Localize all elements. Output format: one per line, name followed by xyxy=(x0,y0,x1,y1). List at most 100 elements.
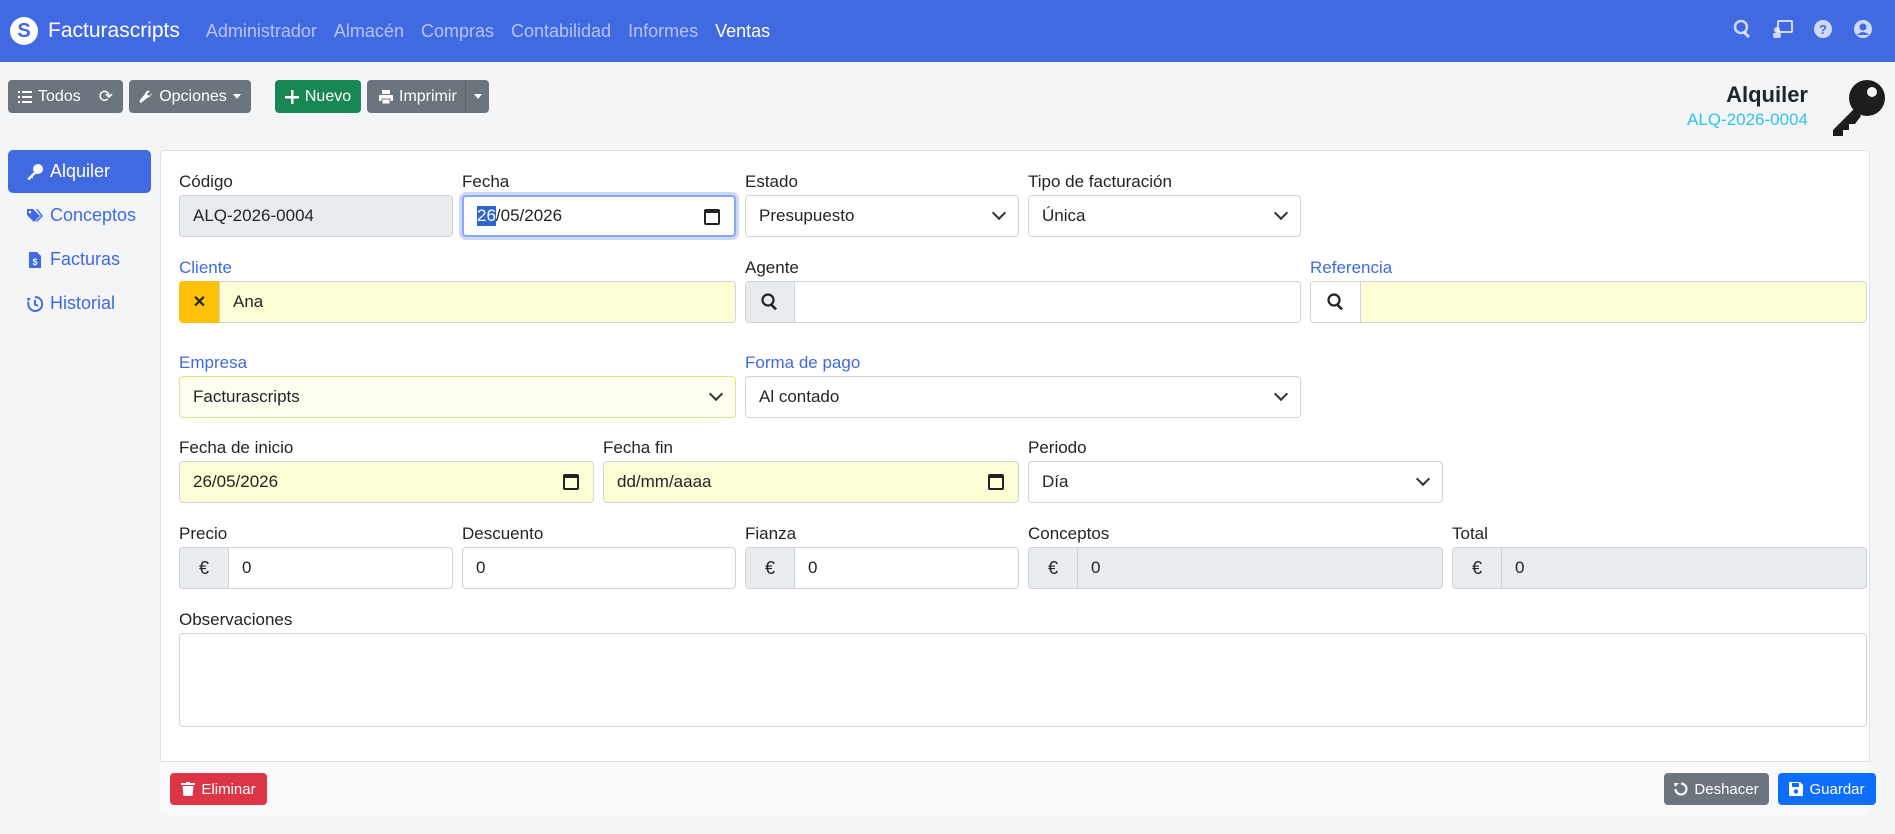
chevron-down-icon xyxy=(1415,471,1431,487)
nav-link-ventas[interactable]: Ventas xyxy=(715,21,770,42)
nav-menu: Administrador Almacén Compras Contabilid… xyxy=(206,21,787,42)
fecha-date-input[interactable]: 26/05/2026 xyxy=(462,195,736,237)
euro-symbol: € xyxy=(198,557,209,578)
nav-link-almacen[interactable]: Almacén xyxy=(334,21,404,42)
euro-symbol: € xyxy=(1047,557,1058,578)
invoice-icon: $ xyxy=(29,251,41,268)
top-navbar: S Facturascripts Administrador Almacén C… xyxy=(0,0,1895,62)
calendar-icon[interactable] xyxy=(988,474,1004,490)
form-footer xyxy=(160,761,1870,815)
descuento-value: 0 xyxy=(476,558,486,577)
brand-name: Facturascripts xyxy=(48,19,180,42)
referencia-search-button[interactable] xyxy=(1310,281,1361,323)
sidebar-item-alquiler[interactable]: Alquiler xyxy=(8,150,151,193)
chalkboard-user-icon[interactable] xyxy=(1773,19,1793,39)
sidebar-item-facturas[interactable]: $ Facturas xyxy=(8,238,151,281)
wrench-icon xyxy=(139,90,153,103)
list-icon xyxy=(18,90,33,103)
caret-down-icon xyxy=(473,94,482,99)
calendar-icon[interactable] xyxy=(704,209,720,225)
sidebar-item-historial[interactable]: Historial xyxy=(8,282,151,325)
fecha-fin-date-input[interactable]: dd/mm/aaaa xyxy=(603,461,1019,503)
key-icon xyxy=(27,163,43,180)
euro-icon: € xyxy=(745,547,795,589)
cliente-value: Ana xyxy=(233,292,264,311)
forma-pago-label[interactable]: Forma de pago xyxy=(745,353,860,373)
forma-pago-value: Al contado xyxy=(759,387,840,406)
opciones-label: Opciones xyxy=(159,87,227,105)
precio-value: 0 xyxy=(242,558,252,577)
forma-pago-select[interactable]: Al contado xyxy=(745,376,1301,418)
precio-input[interactable]: 0 xyxy=(228,547,453,589)
fecha-inicio-value: 26/05/2026 xyxy=(193,472,279,491)
undo-button[interactable]: Deshacer xyxy=(1664,773,1769,805)
precio-label: Precio xyxy=(179,524,228,543)
cliente-label[interactable]: Cliente xyxy=(179,258,232,278)
periodo-value: Día xyxy=(1042,472,1069,491)
fianza-input[interactable]: 0 xyxy=(794,547,1019,589)
nav-link-contabilidad[interactable]: Contabilidad xyxy=(511,21,611,42)
descuento-input[interactable]: 0 xyxy=(462,547,736,589)
empresa-value: Facturascripts xyxy=(193,387,300,406)
trash-icon xyxy=(181,782,196,796)
referencia-input[interactable] xyxy=(1360,281,1867,323)
clear-cliente-button[interactable]: ✕ xyxy=(179,281,220,323)
empresa-select[interactable]: Facturascripts xyxy=(179,376,736,418)
referencia-label[interactable]: Referencia xyxy=(1310,258,1392,278)
calendar-icon[interactable] xyxy=(563,474,579,490)
sidebar-item-label: Alquiler xyxy=(50,161,111,181)
todos-label: Todos xyxy=(38,87,81,105)
fecha-inicio-date-input[interactable]: 26/05/2026 xyxy=(179,461,594,503)
agente-input[interactable] xyxy=(794,281,1301,323)
save-icon xyxy=(1789,782,1804,796)
list-all-button[interactable]: Todos ⟳ xyxy=(8,80,123,113)
cliente-input[interactable]: Ana xyxy=(219,281,736,323)
nav-link-informes[interactable]: Informes xyxy=(628,21,698,42)
undo-icon xyxy=(1674,782,1688,796)
estado-select[interactable]: Presupuesto xyxy=(745,195,1019,237)
brand[interactable]: S Facturascripts xyxy=(10,17,180,45)
history-icon xyxy=(27,295,43,312)
tags-icon xyxy=(27,208,43,222)
imprimir-label: Imprimir xyxy=(399,87,457,105)
total-field: 0 xyxy=(1501,547,1867,589)
sidebar-item-label: Facturas xyxy=(50,249,121,269)
sidebar-item-label: Conceptos xyxy=(50,205,137,225)
sidebar-item-label: Historial xyxy=(50,293,116,313)
euro-icon: € xyxy=(1452,547,1502,589)
periodo-select[interactable]: Día xyxy=(1028,461,1443,503)
print-icon xyxy=(379,89,393,104)
page-subtitle-code: ALQ-2026-0004 xyxy=(1687,110,1808,129)
fecha-selected-segment: 26 xyxy=(477,206,496,226)
codigo-value: ALQ-2026-0004 xyxy=(193,206,314,225)
print-dropdown-toggle[interactable] xyxy=(465,80,489,113)
search-icon[interactable] xyxy=(1733,19,1753,39)
options-button[interactable]: Opciones xyxy=(129,80,251,113)
euro-symbol: € xyxy=(1471,557,1482,578)
chevron-down-icon xyxy=(708,386,724,402)
fecha-fin-label: Fecha fin xyxy=(603,438,673,457)
empresa-label[interactable]: Empresa xyxy=(179,353,247,373)
nav-link-administrador[interactable]: Administrador xyxy=(206,21,317,42)
print-button[interactable]: Imprimir xyxy=(367,80,489,113)
user-icon[interactable] xyxy=(1853,19,1873,39)
close-icon: ✕ xyxy=(192,294,207,311)
sidebar-item-conceptos[interactable]: Conceptos xyxy=(8,194,151,237)
refresh-icon[interactable]: ⟳ xyxy=(99,87,113,107)
agente-search-button[interactable] xyxy=(745,281,795,323)
descuento-label: Descuento xyxy=(462,524,544,543)
nav-link-compras[interactable]: Compras xyxy=(421,21,494,42)
brand-logo-icon: S xyxy=(10,17,38,45)
observaciones-textarea[interactable] xyxy=(179,633,1867,727)
save-button[interactable]: Guardar xyxy=(1778,773,1876,805)
fecha-label: Fecha xyxy=(462,172,510,191)
fianza-label: Fianza xyxy=(745,524,797,543)
tipo-facturacion-select[interactable]: Única xyxy=(1028,195,1301,237)
estado-label: Estado xyxy=(745,172,798,191)
new-button[interactable]: Nuevo xyxy=(275,80,361,113)
fecha-fin-value: dd/mm/aaaa xyxy=(617,472,712,491)
help-icon[interactable]: ? xyxy=(1813,19,1833,39)
delete-button[interactable]: Eliminar xyxy=(170,773,267,805)
search-icon xyxy=(1326,293,1343,311)
fianza-value: 0 xyxy=(808,558,818,577)
